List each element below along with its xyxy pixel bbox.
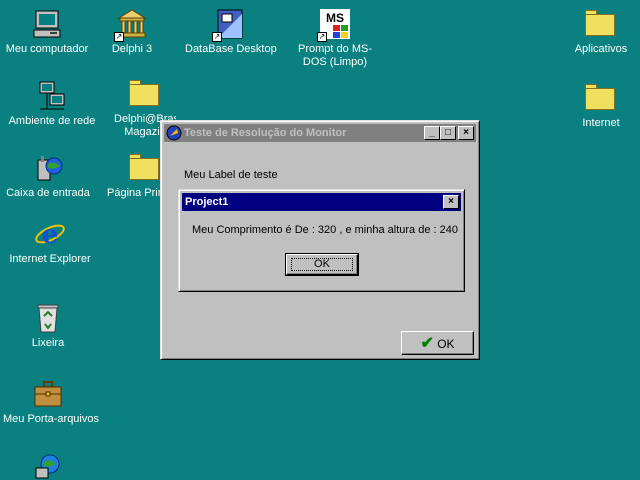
desktop-icon-meu-computador[interactable]: Meu computador xyxy=(2,8,92,56)
desktop-icon-ambiente-de-rede[interactable]: Ambiente de rede xyxy=(7,80,97,128)
message-text: Meu Comprimento é De : 320 , e minha alt… xyxy=(192,224,458,236)
desktop-icon-internet[interactable]: Internet xyxy=(556,82,640,130)
desktop-icon-meu-porta-arquivos[interactable]: Meu Porta-arquivos xyxy=(3,378,99,426)
desktop-icon-partial[interactable] xyxy=(3,452,93,480)
icon-label: Meu Porta-arquivos xyxy=(3,413,99,425)
ms-dos-glyph-text: MS xyxy=(326,11,344,25)
desktop-icon-delphi-3[interactable]: ↗ Delphi 3 xyxy=(87,8,177,56)
icon-label: Ambiente de rede xyxy=(8,115,96,127)
desktop-icon-caixa-de-entrada[interactable]: Caixa de entrada xyxy=(3,152,93,200)
ms-dos-icon: MS ↗ xyxy=(317,8,351,42)
recycle-bin-icon xyxy=(32,302,64,334)
main-window-titlebar[interactable]: Teste de Resolução do Monitor _ □ × xyxy=(164,124,476,142)
icon-label: Internet xyxy=(582,117,620,129)
database-icon: ↗ xyxy=(212,8,246,42)
desktop: Meu computador ↗ Delphi 3 ↗ DataBase Des… xyxy=(0,0,640,480)
desktop-icon-internet-explorer[interactable]: e Internet Explorer xyxy=(5,218,95,266)
icon-label: Aplicativos xyxy=(574,43,628,55)
shortcut-arrow-icon: ↗ xyxy=(212,32,222,42)
computer-icon xyxy=(31,8,63,40)
delphi-app-icon xyxy=(166,125,182,141)
main-ok-label: OK xyxy=(437,336,455,351)
icon-label: Caixa de entrada xyxy=(6,187,90,199)
minimize-button[interactable]: _ xyxy=(424,126,440,140)
network-icon xyxy=(36,80,68,112)
icon-label: Prompt do MS-DOS (Limpo) xyxy=(298,43,372,68)
delphi-temple-icon: ↗ xyxy=(114,8,148,42)
icon-label: DataBase Desktop xyxy=(185,43,277,55)
test-label: Meu Label de teste xyxy=(184,169,278,181)
message-box-title: Project1 xyxy=(185,196,229,208)
internet-explorer-icon: e xyxy=(34,218,66,250)
message-box[interactable]: Project1 × Meu Comprimento é De : 320 , … xyxy=(178,189,465,292)
main-window-title: Teste de Resolução do Monitor xyxy=(184,127,347,139)
desktop-icon-lixeira[interactable]: Lixeira xyxy=(3,302,93,350)
maximize-button[interactable]: □ xyxy=(440,126,456,140)
icon-label: Internet Explorer xyxy=(9,253,91,265)
icon-label: Delphi 3 xyxy=(111,43,153,55)
network-globe-icon xyxy=(32,452,64,480)
message-ok-button[interactable]: OK xyxy=(285,253,359,276)
folder-icon xyxy=(585,8,617,40)
shortcut-arrow-icon: ↗ xyxy=(317,32,327,42)
briefcase-icon xyxy=(32,378,64,410)
close-button[interactable]: × xyxy=(458,126,474,140)
check-icon: ✔ xyxy=(420,334,434,352)
message-box-close-button[interactable]: × xyxy=(443,195,459,209)
inbox-icon xyxy=(32,152,64,184)
desktop-icon-ms-dos-prompt[interactable]: MS ↗ Prompt do MS-DOS (Limpo) xyxy=(290,8,380,69)
main-ok-button[interactable]: ✔ OK xyxy=(401,331,474,355)
svg-text:e: e xyxy=(42,220,59,250)
shortcut-arrow-icon: ↗ xyxy=(114,32,124,42)
desktop-icon-database-desktop[interactable]: ↗ DataBase Desktop xyxy=(185,8,277,56)
focus-rectangle xyxy=(291,258,353,271)
folder-icon xyxy=(129,152,161,184)
icon-label: Lixeira xyxy=(31,337,65,349)
icon-label: Página Prin xyxy=(107,187,163,199)
icon-label: Meu computador xyxy=(5,43,89,55)
desktop-icon-aplicativos[interactable]: Aplicativos xyxy=(556,8,640,56)
folder-icon xyxy=(585,82,617,114)
folder-icon xyxy=(129,78,161,110)
message-box-titlebar[interactable]: Project1 × xyxy=(182,193,461,211)
